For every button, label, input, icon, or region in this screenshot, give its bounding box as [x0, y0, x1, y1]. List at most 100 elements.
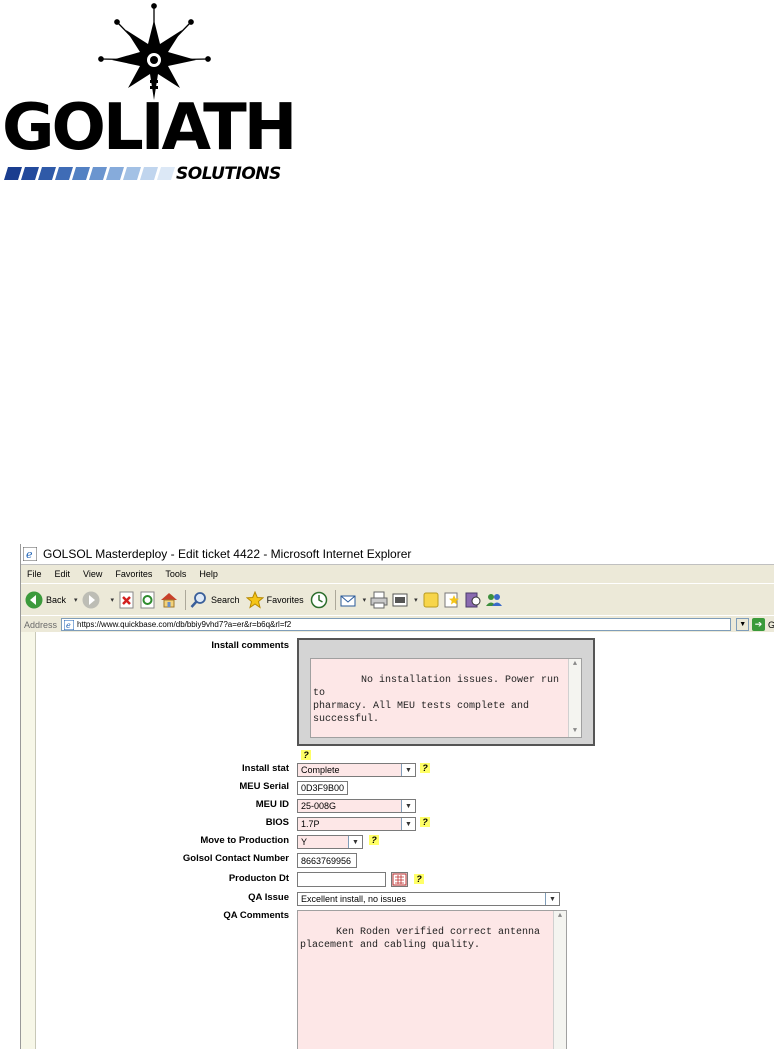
meu-serial-label: MEU Serial — [239, 781, 289, 792]
edit-dropdown-icon[interactable]: ▾ — [414, 596, 418, 604]
bookmark-star-icon[interactable] — [443, 591, 461, 609]
svg-text:e: e — [66, 621, 71, 630]
qa-comments-scrollbar[interactable]: ▲ — [553, 911, 566, 1049]
meu-serial-input[interactable]: 0D3F9B00 — [297, 781, 348, 795]
qa-issue-select[interactable]: Excellent install, no issues ▼ — [297, 892, 560, 906]
edit-page-icon[interactable] — [391, 591, 409, 609]
move-to-production-select[interactable]: Y ▼ — [297, 835, 363, 849]
menu-favorites[interactable]: Favorites — [115, 569, 152, 579]
address-dropdown-icon[interactable]: ▼ — [736, 618, 750, 631]
home-icon[interactable] — [160, 591, 178, 609]
ticket-edit-form: Install comments No installation issues.… — [21, 632, 774, 1049]
meu-id-label: MEU ID — [255, 799, 289, 810]
go-arrow-icon[interactable]: ➔ — [752, 618, 765, 631]
meu-id-value: 25-008G — [301, 801, 337, 811]
logo-gradient-bars — [4, 167, 175, 180]
chevron-down-icon[interactable]: ▼ — [401, 800, 415, 812]
svg-text:e: e — [26, 548, 33, 561]
production-dt-input[interactable] — [297, 872, 386, 887]
production-dt-label: Producton Dt — [228, 873, 289, 884]
favorites-star-icon — [245, 590, 264, 609]
install-stat-value: Complete — [301, 765, 340, 775]
meu-serial-value: 0D3F9B00 — [301, 783, 345, 793]
move-to-production-help-icon[interactable]: ? — [369, 835, 379, 845]
install-stat-label: Install stat — [242, 763, 289, 774]
toolbar-separator — [334, 589, 336, 610]
logo-subtitle: SOLUTIONS — [176, 164, 281, 184]
production-dt-help-icon[interactable]: ? — [414, 874, 424, 884]
install-comments-frame: No installation issues. Power run to pha… — [297, 638, 595, 746]
refresh-icon[interactable] — [139, 591, 157, 609]
mail-icon[interactable] — [340, 591, 358, 609]
menu-tools[interactable]: Tools — [165, 569, 186, 579]
menu-help[interactable]: Help — [199, 569, 218, 579]
install-stat-select[interactable]: Complete ▼ — [297, 763, 416, 777]
messenger-icon[interactable] — [485, 591, 503, 609]
qa-issue-value: Excellent install, no issues — [301, 894, 407, 904]
ie-icon: e — [23, 547, 37, 561]
chevron-down-icon[interactable]: ▼ — [348, 836, 362, 848]
stop-icon[interactable] — [118, 591, 136, 609]
logo-wordmark: GOLIATH — [2, 91, 297, 165]
back-arrow-icon — [25, 591, 43, 608]
menu-bar: File Edit View Favorites Tools Help — [21, 565, 774, 583]
install-comments-scrollbar[interactable]: ▲ ▼ — [568, 659, 581, 737]
qa-issue-label: QA Issue — [248, 892, 289, 903]
golsol-contact-input[interactable]: 8663769956 — [297, 853, 357, 868]
menu-view[interactable]: View — [83, 569, 102, 579]
menu-edit[interactable]: Edit — [55, 569, 71, 579]
discuss-note-icon[interactable] — [422, 591, 440, 609]
install-comments-help-icon[interactable]: ? — [301, 750, 311, 760]
mail-dropdown-icon[interactable]: ▾ — [363, 596, 367, 604]
toolbar-separator — [185, 589, 187, 610]
favorites-button[interactable]: Favorites — [245, 590, 304, 609]
address-url: https://www.quickbase.com/db/bbiy9vhd7?a… — [77, 620, 292, 629]
go-label[interactable]: G — [768, 620, 774, 630]
bios-label: BIOS — [265, 817, 289, 828]
back-label: Back — [46, 594, 67, 605]
address-input[interactable]: e https://www.quickbase.com/db/bbiy9vhd7… — [61, 618, 732, 631]
browser-toolbar: Back ▾ ▾ Search Favorites ▾ ▾ — [21, 583, 774, 615]
window-titlebar: e GOLSOL Masterdeploy - Edit ticket 4422… — [21, 544, 774, 565]
install-comments-label: Install comments — [211, 640, 289, 651]
search-button[interactable]: Search — [190, 591, 240, 609]
goliath-logo: GOLIATH SOLUTIONS — [0, 0, 300, 190]
menu-file[interactable]: File — [27, 569, 42, 579]
install-comments-text: No installation issues. Power run to pha… — [313, 675, 560, 725]
bios-value: 1.7P — [301, 819, 320, 829]
search-icon — [190, 591, 206, 608]
scroll-up-icon[interactable]: ▲ — [554, 911, 566, 922]
forward-button[interactable] — [82, 591, 103, 609]
print-icon[interactable] — [370, 591, 388, 609]
back-dropdown-icon[interactable]: ▾ — [74, 596, 78, 604]
scroll-up-icon[interactable]: ▲ — [569, 659, 581, 670]
qa-comments-text: Ken Roden verified correct antenna place… — [300, 927, 541, 951]
favorites-label: Favorites — [266, 594, 304, 605]
chevron-down-icon[interactable]: ▼ — [401, 818, 415, 830]
calendar-icon[interactable] — [391, 872, 408, 887]
meu-id-select[interactable]: 25-008G ▼ — [297, 799, 416, 813]
page-icon: e — [64, 619, 75, 630]
research-book-icon[interactable] — [464, 591, 482, 609]
qa-comments-textarea[interactable]: Ken Roden verified correct antenna place… — [297, 910, 567, 1049]
golsol-contact-label: Golsol Contact Number — [182, 853, 289, 864]
window-title: GOLSOL Masterdeploy - Edit ticket 4422 -… — [43, 547, 412, 561]
install-stat-help-icon[interactable]: ? — [420, 763, 430, 773]
move-to-production-label: Move to Production — [200, 835, 289, 846]
address-label: Address — [24, 619, 58, 630]
scroll-down-icon[interactable]: ▼ — [569, 726, 581, 737]
qa-comments-label: QA Comments — [223, 910, 289, 921]
chevron-down-icon[interactable]: ▼ — [545, 893, 559, 905]
history-icon[interactable] — [310, 591, 328, 609]
bios-help-icon[interactable]: ? — [420, 817, 430, 827]
search-label: Search — [211, 594, 240, 605]
chevron-down-icon[interactable]: ▼ — [401, 764, 415, 776]
bios-select[interactable]: 1.7P ▼ — [297, 817, 416, 831]
back-button[interactable]: Back — [25, 591, 66, 609]
forward-arrow-icon — [82, 591, 100, 608]
golsol-contact-value: 8663769956 — [301, 855, 352, 866]
left-margin-strip — [21, 632, 36, 1049]
forward-dropdown-icon[interactable]: ▾ — [111, 596, 115, 604]
move-to-production-value: Y — [301, 837, 308, 847]
install-comments-textarea[interactable]: No installation issues. Power run to pha… — [310, 658, 582, 738]
